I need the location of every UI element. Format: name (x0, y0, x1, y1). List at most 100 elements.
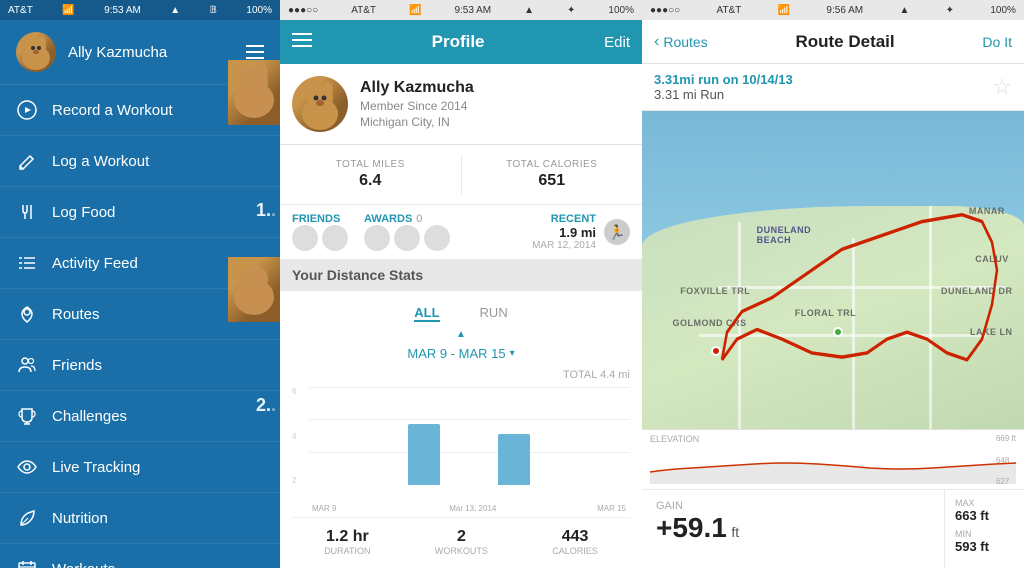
map-background: DUNELANDBEACH Foxville Trl Floral Trl Go… (642, 111, 1024, 429)
profile-avatar (292, 76, 348, 132)
sidebar-item-friends[interactable]: Friends (0, 340, 280, 391)
calories-value: 443 (552, 528, 598, 546)
gain-value: +59.1 (656, 512, 727, 543)
sidebar-item-workouts[interactable]: Workouts (0, 544, 280, 568)
workouts-label: WORKOUTS (435, 546, 488, 556)
dots-right: ●●●○○ (650, 5, 680, 16)
hamburger-icon-mid[interactable] (292, 32, 312, 53)
calories-stat: 443 CALORIES (552, 528, 598, 556)
profile-header: Ally Kazmucha Member Since 2014 Michigan… (280, 64, 642, 144)
favorite-button[interactable]: ☆ (992, 74, 1012, 100)
profile-title: Profile (312, 32, 604, 52)
carrier-left: AT&T (8, 5, 33, 16)
max-min-stats: MAX 663 ft MIN 593 ft (944, 490, 1024, 568)
elevation-chart: ELEVATION 669 ft 648 627 (642, 429, 1024, 489)
bar-mar13 (447, 387, 492, 485)
bluetooth-icon-right: ✦ (946, 5, 954, 16)
sidebar-item-label: Activity Feed (52, 255, 138, 272)
gain-stat: GAIN +59.1 ft (642, 490, 944, 568)
chart-section: ALL RUN ▲ MAR 9 - MAR 15 ▾ TOTAL 4.4 mi … (280, 291, 642, 568)
calendar-icon (16, 558, 38, 568)
profile-nav-bar: Profile Edit (280, 20, 642, 64)
recent-distance: 1.9 mi (532, 225, 596, 240)
sidebar-item-label: Record a Workout (52, 102, 173, 119)
list-icon (16, 252, 38, 274)
elevation-label: ELEVATION (650, 434, 1016, 444)
hamburger-icon[interactable] (246, 45, 264, 59)
route-distance: 3.31 mi (654, 87, 697, 102)
status-bar-right: ●●●○○ AT&T 📶 9:56 AM ▲ ✦ 100% (642, 0, 1024, 20)
location-icon-mid: ▲ (524, 5, 534, 16)
sidebar-item-label: Log Food (52, 204, 115, 221)
chart-footer: 1.2 hr DURATION 2 WORKOUTS 443 CALORIES (292, 517, 630, 560)
min-label: MIN (955, 529, 1014, 539)
elevation-svg (650, 444, 1016, 484)
social-row: FRIENDS AWARDS 0 RECENT (280, 204, 642, 259)
x-label-mar13: Mar 13, 2014 (449, 504, 496, 513)
awards-section: AWARDS 0 (364, 213, 450, 251)
x-axis: MAR 9 Mar 13, 2014 MAR 15 (308, 489, 630, 513)
award-circles (364, 225, 450, 251)
edit-button[interactable]: Edit (604, 34, 630, 51)
location-icon (16, 303, 38, 325)
battery-right: 100% (990, 5, 1016, 16)
x-label-mar15: MAR 15 (597, 504, 626, 513)
gain-unit: ft (731, 524, 739, 540)
status-bar-left: AT&T 📶 9:53 AM ▲ 𝔹 100% (0, 0, 280, 20)
carrier-mid: AT&T (351, 5, 376, 16)
sidebar-panel: AT&T 📶 9:53 AM ▲ 𝔹 100% Ally Kazmuch (0, 0, 280, 568)
sidebar-item-live-tracking[interactable]: Live Tracking (0, 442, 280, 493)
total-calories-value: 651 (470, 172, 635, 190)
profile-panel: ●●●○○ AT&T 📶 9:53 AM ▲ ✦ 100% Profile Ed… (280, 0, 642, 568)
x-label-mar9: MAR 9 (312, 504, 336, 513)
friends-tab[interactable]: FRIENDS (292, 213, 348, 225)
date-range[interactable]: MAR 9 - MAR 15 ▾ (292, 342, 630, 365)
min-value: 593 ft (955, 539, 1014, 554)
bar-2 (357, 387, 402, 485)
chevron-left-icon: ‹ (654, 33, 659, 51)
wifi-icon: 📶 (62, 5, 74, 16)
time-left: 9:53 AM (104, 5, 141, 16)
sidebar-item-nutrition[interactable]: Nutrition (0, 493, 280, 544)
route-nav-bar: ‹ Routes Route Detail Do It (642, 20, 1024, 64)
route-run-label: 3.31mi run on 10/14/13 (654, 72, 793, 87)
elev-label-669: 669 ft (996, 434, 1016, 443)
calories-label: CALORIES (552, 546, 598, 556)
y-axis: 6 4 2 (292, 387, 308, 485)
max-label: MAX (955, 498, 1014, 508)
avatar (16, 32, 56, 72)
wifi-icon-mid: 📶 (409, 5, 421, 16)
do-it-button[interactable]: Do It (982, 34, 1012, 50)
elev-label-627: 627 (996, 477, 1016, 486)
fork-icon (16, 201, 38, 223)
bar-6 (536, 387, 581, 485)
y-label-2: 2 (292, 476, 308, 485)
total-calories-label: TOTAL CALORIES (470, 159, 635, 170)
trophy-icon (16, 405, 38, 427)
profile-location: Michigan City, IN (360, 115, 630, 129)
min-stat: MIN 593 ft (955, 529, 1014, 554)
battery-mid: 100% (608, 5, 634, 16)
tab-indicator: ▲ (292, 324, 630, 342)
chart-area: TOTAL 4.4 mi 6 4 2 (292, 369, 630, 513)
bar-mar9 (312, 387, 357, 485)
bar-5 (491, 387, 536, 485)
max-stat: MAX 663 ft (955, 498, 1014, 523)
run-activity-icon: 🏃 (604, 219, 630, 245)
gain-value-row: +59.1 ft (656, 512, 930, 544)
duration-label: DURATION (324, 546, 370, 556)
profile-info: Ally Kazmucha Member Since 2014 Michigan… (360, 79, 630, 129)
total-miles-value: 6.4 (288, 172, 453, 190)
route-run-detail: 3.31 mi Run (654, 87, 793, 102)
recent-tab[interactable]: RECENT (532, 213, 596, 225)
sidebar-item-challenges[interactable]: Challenges (0, 391, 280, 442)
tab-all[interactable]: ALL (414, 305, 439, 322)
time-mid: 9:53 AM (454, 5, 491, 16)
total-miles-label: TOTAL MILES (288, 159, 453, 170)
back-button[interactable]: ‹ Routes (654, 33, 708, 51)
awards-tab[interactable]: AWARDS (364, 213, 412, 225)
stats-row: TOTAL MILES 6.4 TOTAL CALORIES 651 (280, 144, 642, 204)
tab-run[interactable]: RUN (480, 305, 508, 322)
sidebar-item-label: Challenges (52, 408, 127, 425)
friend-avatar-1 (292, 225, 318, 251)
